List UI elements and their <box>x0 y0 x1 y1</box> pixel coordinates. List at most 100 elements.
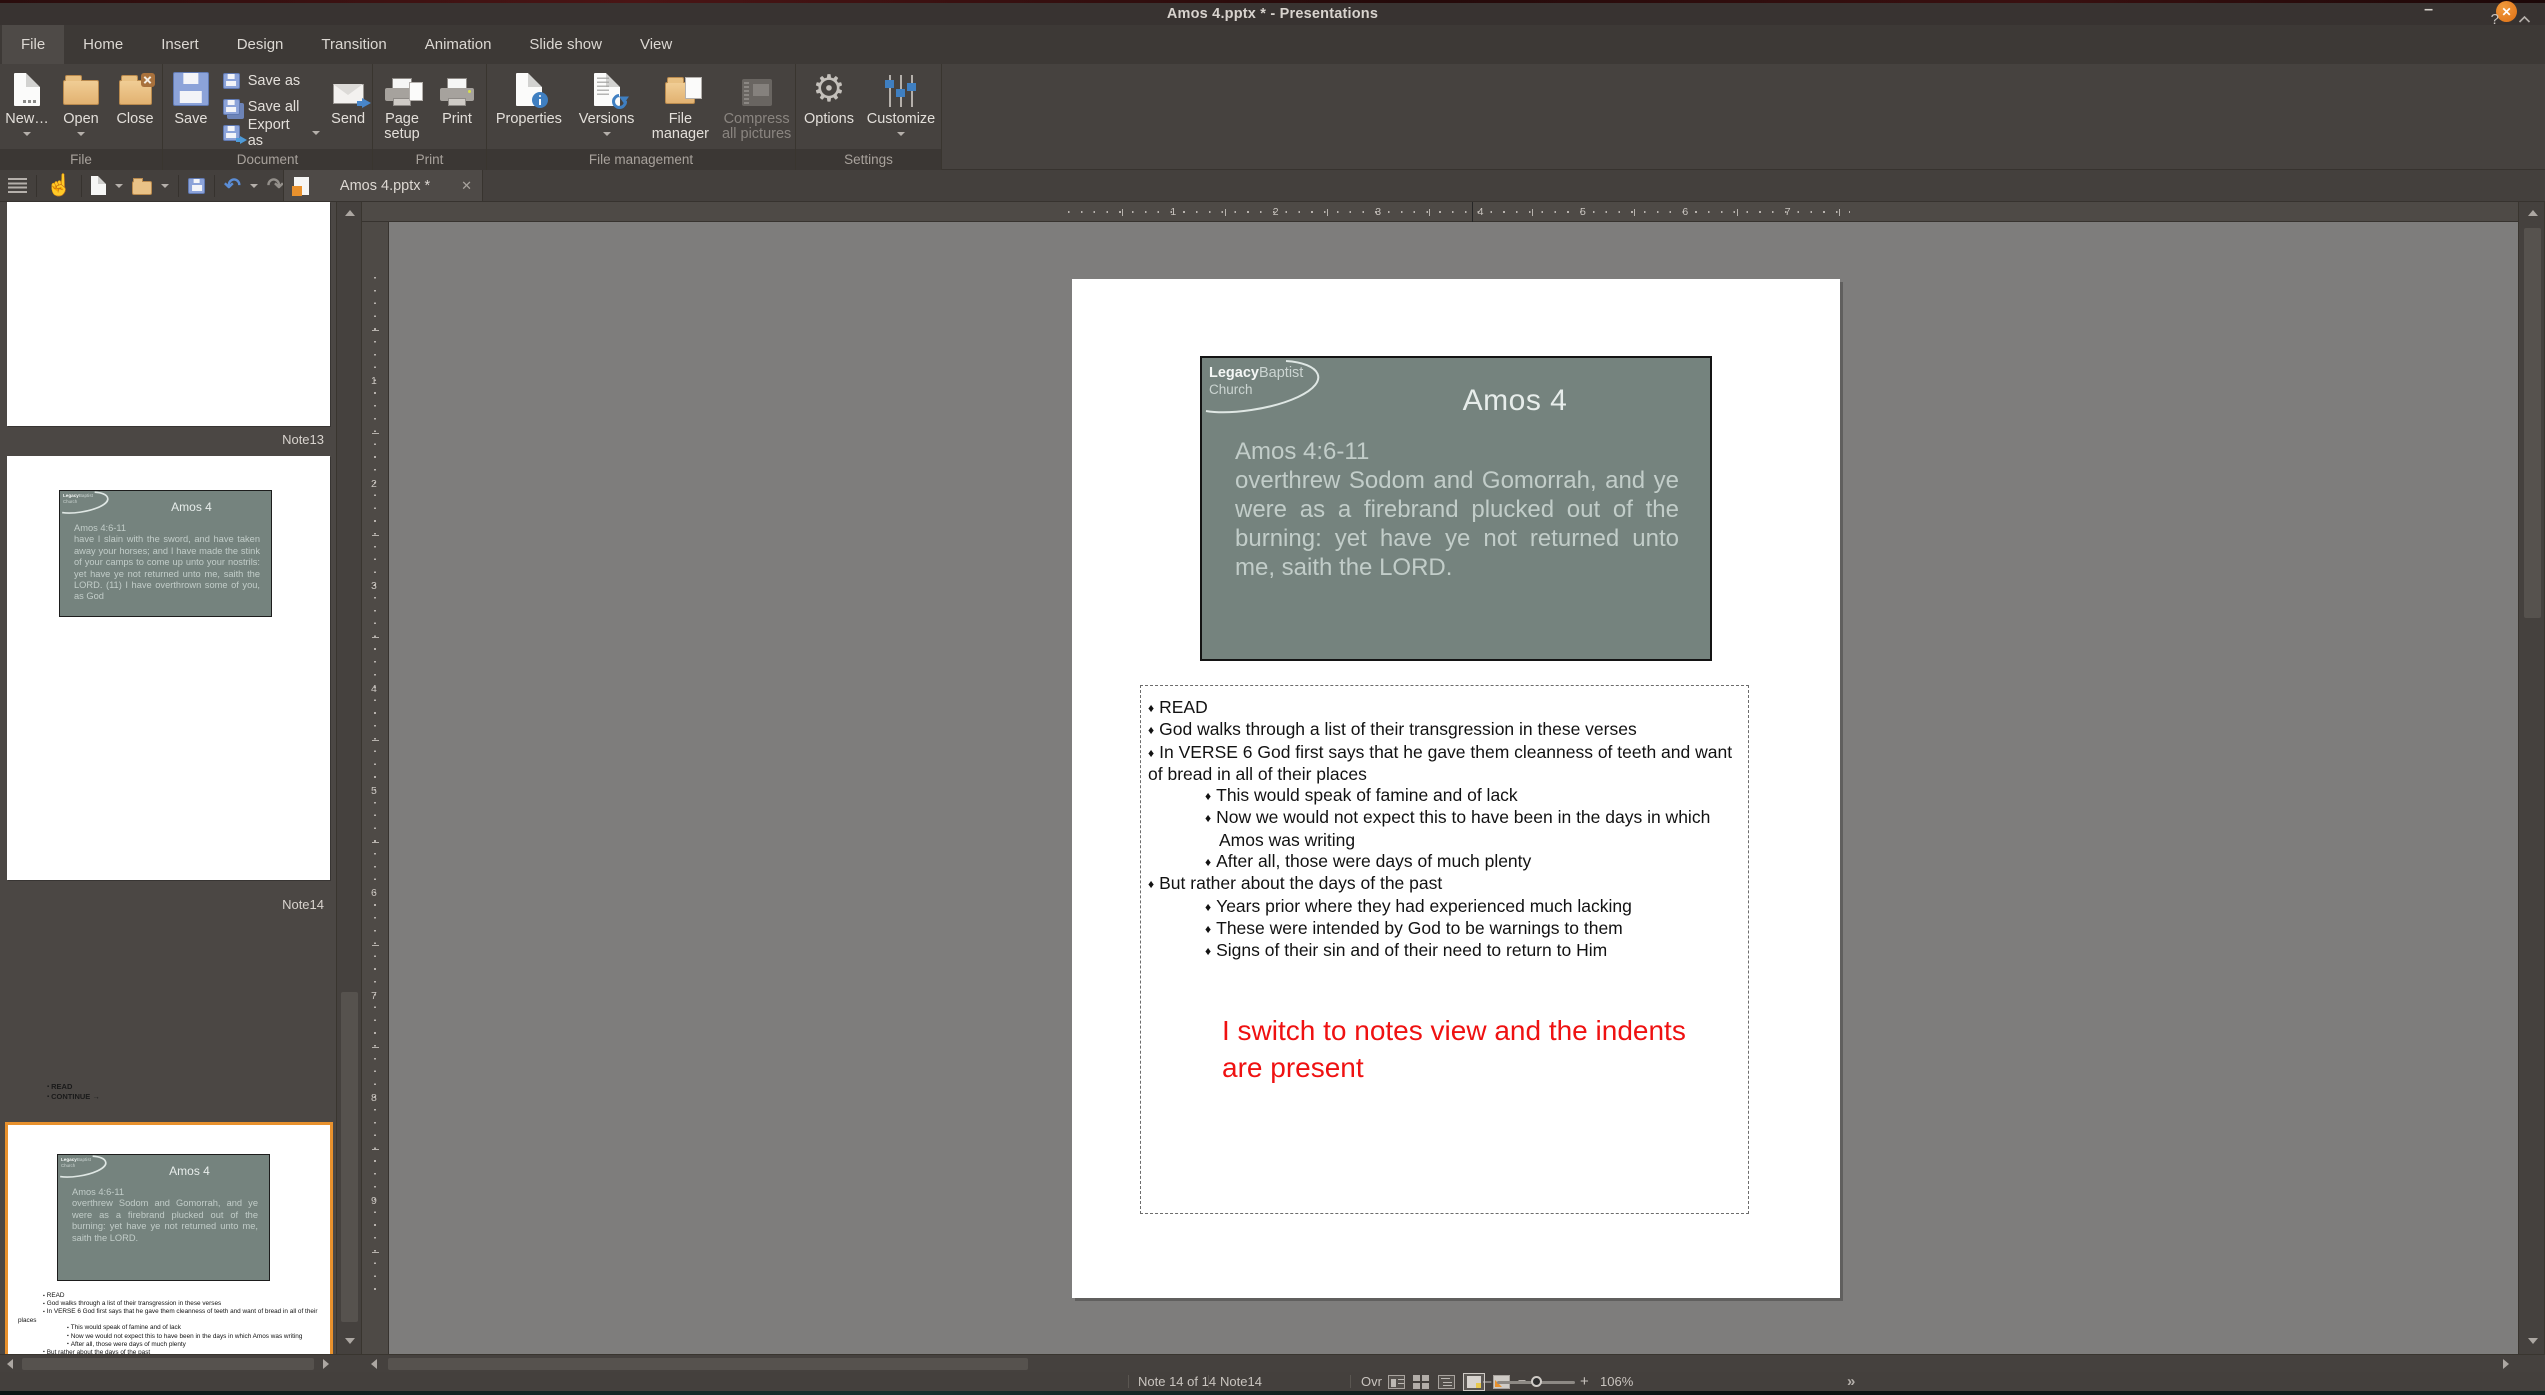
new-button[interactable]: New… <box>0 64 54 149</box>
bullet-icon: ▪ <box>67 1341 69 1347</box>
undo-icon[interactable]: ↶ <box>224 177 241 195</box>
save-button[interactable]: Save <box>163 64 219 149</box>
scroll-up-icon[interactable] <box>2519 205 2545 221</box>
notes-annotation-text[interactable]: I switch to notes view and the indents a… <box>1222 1012 1822 1086</box>
ruler-number: 7 <box>1785 206 1791 218</box>
dropdown-caret-icon <box>897 132 905 136</box>
scrollbar-thumb[interactable] <box>2524 228 2541 618</box>
bullet-icon: ♦ <box>1205 900 1211 914</box>
ruler-number: 3 <box>1375 206 1381 218</box>
customize-button[interactable]: Customize <box>862 64 940 149</box>
ribbon-group-label: Document <box>163 149 372 170</box>
note-line: ▪This would speak of famine and of lack <box>18 1324 320 1332</box>
save-icon[interactable] <box>188 178 205 194</box>
scripture-text: have I slain with the sword, and have ta… <box>74 534 260 602</box>
thumbnail-notes-text: ▪READ▪CONTINUE → <box>47 1082 100 1102</box>
print-icon <box>440 71 474 107</box>
menu-slideshow[interactable]: Slide show <box>510 25 621 64</box>
open-folder-icon[interactable] <box>132 181 152 195</box>
open-folder-icon <box>63 71 99 107</box>
slide-sorter-view-icon[interactable] <box>1413 1375 1430 1389</box>
scroll-left-icon[interactable] <box>2 1357 18 1371</box>
menu-transition[interactable]: Transition <box>302 25 405 64</box>
save-as-button[interactable]: Save as <box>219 68 325 94</box>
hand-tool-icon[interactable]: ☝ <box>46 176 72 196</box>
redo-icon[interactable]: ↷ <box>267 177 284 195</box>
overwrite-mode-toggle[interactable]: Ovr <box>1361 1374 1382 1389</box>
minimize-button[interactable]: – <box>2424 1 2433 19</box>
open-button[interactable]: Open <box>54 64 108 149</box>
tab-close-icon[interactable]: ✕ <box>461 178 472 194</box>
zoom-level[interactable]: 106% <box>1600 1374 1633 1389</box>
main-vertical-scrollbar[interactable] <box>2518 202 2545 1354</box>
main-hscroll-thumb[interactable] <box>388 1358 1028 1370</box>
scroll-down-icon[interactable] <box>2519 1333 2545 1349</box>
document-tab-label: Amos 4.pptx * <box>318 178 452 194</box>
ruler-cursor-indicator <box>1472 202 1473 222</box>
ribbon-group-label: File management <box>487 149 795 170</box>
close-document-button[interactable]: Close <box>108 64 162 149</box>
properties-button[interactable]: Properties <box>487 64 571 149</box>
menu-design[interactable]: Design <box>218 25 303 64</box>
zoom-in-button[interactable]: + <box>1580 1373 1589 1390</box>
note-line: ▪READ <box>47 1082 100 1092</box>
zoom-slider-thumb[interactable] <box>1531 1376 1542 1387</box>
note-line: ♦Years prior where they had experienced … <box>1205 896 1741 918</box>
notes-view-icon-active[interactable] <box>1463 1373 1485 1391</box>
note-line: ♦These were intended by God to be warnin… <box>1205 918 1741 940</box>
scroll-down-icon[interactable] <box>337 1333 363 1349</box>
scrollbar-thumb[interactable] <box>341 992 358 1322</box>
export-as-button[interactable]: Export as <box>219 120 325 146</box>
new-document-icon <box>14 71 40 107</box>
notes-placeholder[interactable]: ♦READ♦God walks through a list of their … <box>1140 685 1749 1214</box>
menu-insert[interactable]: Insert <box>142 25 218 64</box>
bullet-icon: ▪ <box>47 1084 49 1090</box>
thumbnail-note12-partial[interactable] <box>7 202 330 426</box>
thumbnail-note13[interactable]: LegacyBaptist Church Amos 4 Amos 4:6-11 … <box>7 456 330 880</box>
file-manager-button[interactable]: File manager <box>643 64 719 149</box>
normal-view-icon[interactable] <box>1388 1375 1405 1389</box>
scroll-up-icon[interactable] <box>337 205 363 221</box>
bullet-icon: ♦ <box>1148 746 1154 760</box>
menu-animation[interactable]: Animation <box>406 25 511 64</box>
thumbnail-slide-image: LegacyBaptist Church Amos 4 Amos 4:6-11 … <box>59 490 272 617</box>
scroll-left-icon[interactable] <box>366 1357 382 1371</box>
dropdown-caret-icon[interactable] <box>161 184 169 188</box>
export-as-icon <box>223 125 240 141</box>
horizontal-scrollbar-row <box>0 1354 2545 1372</box>
hamburger-menu-icon[interactable] <box>8 178 27 193</box>
dropdown-caret-icon[interactable] <box>115 184 123 188</box>
outline-view-icon[interactable] <box>1438 1375 1455 1389</box>
new-document-icon[interactable] <box>91 176 106 195</box>
panel-hscroll-thumb[interactable] <box>22 1358 314 1370</box>
scroll-right-icon[interactable] <box>2498 1357 2514 1371</box>
collapse-ribbon-icon[interactable] <box>2518 0 2531 39</box>
help-button[interactable]: ? <box>2491 0 2499 39</box>
menu-file[interactable]: File <box>2 25 64 64</box>
application-window: Amos 4.pptx * - Presentations – ✕ File H… <box>0 0 2545 1395</box>
bullet-icon: ♦ <box>1205 811 1211 825</box>
menu-home[interactable]: Home <box>64 25 142 64</box>
statusbar-overflow-icon[interactable]: » <box>1847 1373 1855 1390</box>
note-line: ♦Now we would not expect this to have be… <box>1205 807 1741 851</box>
print-button[interactable]: Print <box>431 64 483 149</box>
ruler-number: 5 <box>371 785 377 797</box>
scripture-reference: Amos 4:6-11 <box>74 523 260 534</box>
send-button[interactable]: Send <box>324 64 372 149</box>
scripture-text: overthrew Sodom and Gomorrah, and ye wer… <box>1235 466 1679 582</box>
slide-image-object[interactable]: LegacyBaptist Church Amos 4 Amos 4:6-11 … <box>1200 356 1712 661</box>
versions-button[interactable]: Versions <box>571 64 643 149</box>
document-tab[interactable]: Amos 4.pptx * ✕ <box>283 170 483 201</box>
zoom-out-button[interactable]: – <box>1483 1373 1491 1390</box>
scroll-right-icon[interactable] <box>318 1357 334 1371</box>
close-button[interactable]: ✕ <box>2496 1 2517 22</box>
dropdown-caret-icon[interactable] <box>250 184 258 188</box>
page-setup-button[interactable]: Page setup <box>373 64 431 149</box>
menu-view[interactable]: View <box>621 25 691 64</box>
save-all-icon <box>223 99 240 115</box>
bullet-icon: ▪ <box>43 1301 45 1307</box>
panel-scrollbar[interactable] <box>336 202 362 1354</box>
note-line: ♦READ <box>1148 697 1741 719</box>
ribbon-group-label: File <box>0 149 162 170</box>
options-button[interactable]: ⚙ Options <box>796 64 862 149</box>
